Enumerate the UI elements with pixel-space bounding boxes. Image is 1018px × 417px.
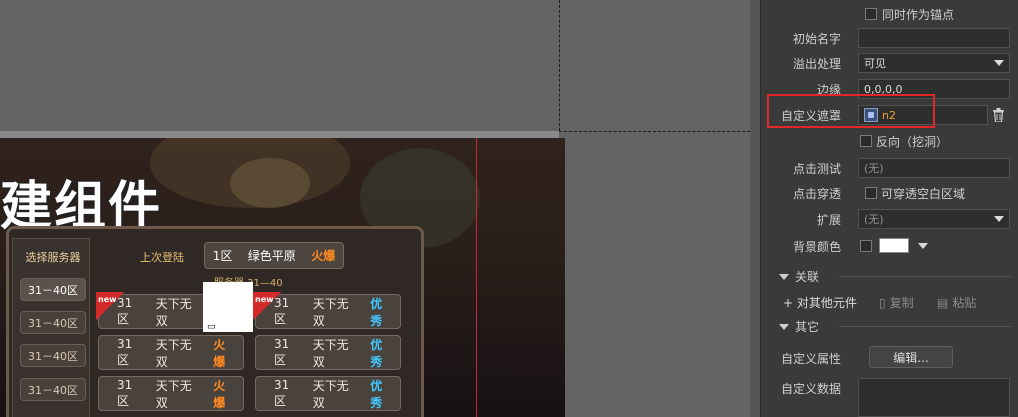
section-other[interactable]: 其它 xyxy=(779,318,819,335)
server-tab[interactable]: 31－40区 xyxy=(20,278,86,301)
reverse-checkbox[interactable] xyxy=(860,135,872,147)
copy-label: 复制 xyxy=(889,296,914,310)
server-button[interactable]: 31区 天下无双 火爆 xyxy=(98,376,244,411)
server-zone: 31区 xyxy=(117,337,133,367)
extend-select[interactable]: (无) xyxy=(858,209,1010,229)
section-divider xyxy=(839,326,1011,327)
server-name: 天下无双 xyxy=(155,296,192,328)
click-through-label: 点击穿透 xyxy=(792,186,841,201)
bg-color-label: 背景颜色 xyxy=(792,239,841,254)
custom-data-label: 自定义数据 xyxy=(780,381,841,396)
hit-test-label: 点击测试 xyxy=(792,161,841,176)
last-login-name: 绿色平原 xyxy=(247,249,296,263)
server-name: 天下无双 xyxy=(312,378,349,410)
initial-name-input[interactable] xyxy=(858,28,1010,48)
extend-value: (无) xyxy=(864,213,884,226)
section-relation-label: 关联 xyxy=(795,270,820,284)
paste-icon: ▤ xyxy=(937,295,949,310)
anchor-checkbox[interactable] xyxy=(865,8,877,20)
reverse-checkbox-label: 反向（挖洞） xyxy=(876,135,949,149)
custom-data-textarea[interactable] xyxy=(858,378,1010,417)
hit-test-input[interactable]: (无) xyxy=(858,158,1010,178)
new-badge: new xyxy=(253,292,281,320)
bg-color-checkbox[interactable] xyxy=(860,240,872,252)
row-initial-name: 初始名字 xyxy=(761,26,1018,50)
chevron-down-icon xyxy=(994,60,1004,66)
server-zone: 31区 xyxy=(274,337,290,367)
section-relation[interactable]: 关联 xyxy=(779,268,819,285)
copy-button[interactable]: ▯ 复制 xyxy=(879,294,914,311)
overflow-value: 可见 xyxy=(864,57,886,70)
last-login-zone: 1区 xyxy=(212,249,233,263)
red-guide-line xyxy=(476,138,477,417)
server-name: 天下无双 xyxy=(312,337,349,369)
highlight-box xyxy=(767,94,935,128)
row-extend: 扩展 (无) xyxy=(761,207,1018,231)
click-through-checkbox[interactable] xyxy=(865,187,877,199)
overflow-label: 溢出处理 xyxy=(792,56,841,71)
section-other-label: 其它 xyxy=(795,320,820,334)
chevron-down-icon xyxy=(994,216,1004,222)
guide-dashed-horizontal xyxy=(559,131,750,132)
copy-icon: ▯ xyxy=(879,295,886,310)
server-tab[interactable]: 31－40区 xyxy=(20,311,86,334)
relate-other-label: + 对其他元件 xyxy=(783,296,857,310)
server-button[interactable]: 31区 天下无双 优秀 xyxy=(255,376,401,411)
server-name: 天下无双 xyxy=(312,296,349,328)
bg-color-swatch[interactable] xyxy=(879,238,909,253)
canvas-frame-top xyxy=(0,131,559,138)
server-button[interactable]: 31区 天下无双 优秀 xyxy=(255,335,401,370)
new-badge: new xyxy=(96,292,124,320)
panel-separator[interactable] xyxy=(750,0,760,417)
paste-label: 粘贴 xyxy=(952,296,977,310)
server-list-title: 选择服务器 xyxy=(25,251,81,264)
server-status: 优秀 xyxy=(370,378,383,410)
row-hit-test: 点击测试 (无) xyxy=(761,156,1018,180)
anchor-checkbox-label: 同时作为锚点 xyxy=(882,8,955,22)
custom-attr-label: 自定义属性 xyxy=(780,351,841,366)
server-status: 火爆 xyxy=(213,378,226,410)
server-name: 天下无双 xyxy=(155,378,192,410)
last-login-status: 火爆 xyxy=(311,249,336,263)
stage: 建组件 选择服务器 31－40区 31－40区 31－40区 31－40区 上次… xyxy=(0,0,750,417)
paste-button[interactable]: ▤ 粘贴 xyxy=(937,294,976,311)
chevron-down-icon[interactable] xyxy=(918,243,928,249)
last-login-label: 上次登陆 xyxy=(140,251,184,264)
server-zone: 31区 xyxy=(274,378,290,408)
collapse-triangle-icon xyxy=(779,323,789,330)
server-tab[interactable]: 31－40区 xyxy=(20,378,86,401)
extend-label: 扩展 xyxy=(816,212,841,227)
trash-icon[interactable] xyxy=(992,108,1005,122)
edit-button[interactable]: 编辑... xyxy=(869,346,953,368)
server-zone: 31区 xyxy=(117,378,133,408)
server-status: 火爆 xyxy=(213,337,226,369)
row-overflow: 溢出处理 可见 xyxy=(761,51,1018,75)
background-art xyxy=(230,158,310,208)
overflow-select[interactable]: 可见 xyxy=(858,53,1010,73)
server-status: 优秀 xyxy=(370,337,383,369)
inspector-panel: 同时作为锚点 初始名字 溢出处理 可见 边缘 0,0,0,0 自定义遮罩 n2 … xyxy=(760,0,1018,417)
collapse-triangle-icon xyxy=(779,273,789,280)
section-divider xyxy=(839,276,1011,277)
relate-other-button[interactable]: + 对其他元件 xyxy=(783,294,857,311)
click-through-checkbox-label: 可穿透空白区域 xyxy=(881,187,966,201)
initial-name-label: 初始名字 xyxy=(792,31,841,46)
cursor-icon: ▭ xyxy=(207,322,216,332)
server-status: 优秀 xyxy=(370,296,383,328)
server-tab[interactable]: 31－40区 xyxy=(20,344,86,367)
last-login-server-button[interactable]: 1区 绿色平原 火爆 xyxy=(204,242,344,269)
guide-dashed-vertical xyxy=(559,0,560,131)
server-name: 天下无双 xyxy=(155,337,192,369)
server-button[interactable]: 31区 天下无双 火爆 xyxy=(98,335,244,370)
